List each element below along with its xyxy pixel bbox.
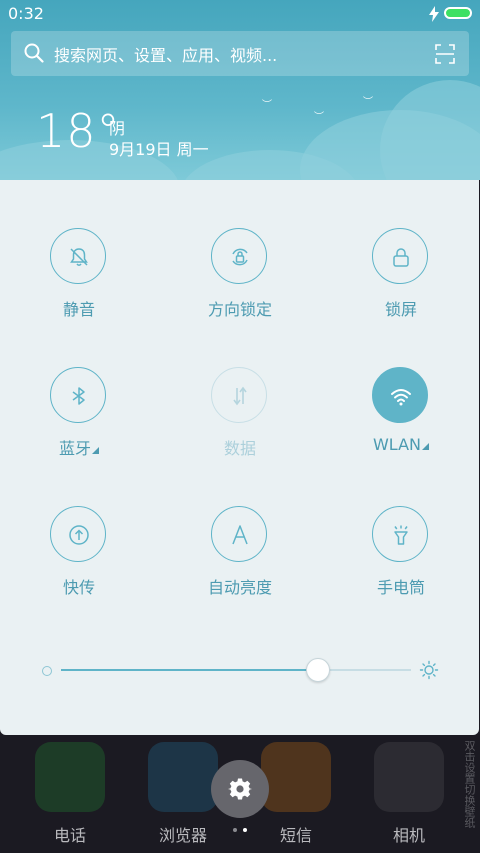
page-indicator-dot: [233, 828, 237, 832]
wallpaper-hint: 双击设置切换壁纸: [463, 740, 476, 828]
tile-auto-brightness-label: 自动亮度: [207, 578, 272, 597]
tile-rotation-lock[interactable]: 方向锁定: [180, 180, 300, 319]
brightness-slider[interactable]: [61, 658, 411, 682]
tile-mute[interactable]: 静音: [19, 180, 139, 319]
auto-brightness-icon: [211, 506, 267, 562]
tile-bluetooth[interactable]: 蓝牙: [19, 319, 139, 458]
tile-bluetooth-label: 蓝牙: [19, 435, 139, 459]
search-icon: [24, 43, 44, 63]
gear-icon: [228, 778, 252, 800]
tile-quick-transfer-label: 快传: [62, 578, 95, 597]
settings-button[interactable]: [211, 760, 269, 818]
bell-off-icon: [50, 228, 106, 284]
camera-icon: [374, 742, 444, 812]
bluetooth-icon: [50, 367, 106, 423]
tile-quick-transfer[interactable]: 快传: [19, 458, 139, 597]
dock-app-label: 相机: [392, 826, 425, 845]
brightness-high-icon: [419, 660, 439, 680]
tile-lock-screen-label: 锁屏: [384, 300, 417, 319]
battery-icon: [444, 7, 472, 19]
tile-wlan-label: WLAN: [341, 435, 461, 454]
scan-icon[interactable]: [435, 44, 455, 64]
wifi-icon: [372, 367, 428, 423]
tile-wlan[interactable]: WLAN: [341, 319, 461, 454]
rotation-lock-icon: [211, 228, 267, 284]
mobile-data-icon: [211, 367, 267, 423]
lock-icon: [372, 228, 428, 284]
brightness-low-icon: [42, 666, 52, 676]
temperature: 18°: [36, 104, 121, 158]
search-placeholder: 搜索网页、设置、应用、视频...: [54, 46, 278, 65]
weather-header: ︶ ︶ ︶ 0:32 搜索网页、设置、应用、视频... 18° 阴 9月19日 …: [0, 0, 480, 180]
tile-flashlight-label: 手电筒: [376, 578, 425, 597]
browser-icon: [148, 742, 218, 812]
tile-mute-label: 静音: [62, 300, 95, 319]
search-bar[interactable]: 搜索网页、设置、应用、视频...: [11, 31, 469, 76]
messages-icon: [261, 742, 331, 812]
more-options-icon: [92, 447, 99, 454]
tile-flashlight[interactable]: 手电筒: [341, 458, 461, 597]
page-indicator-dot-active: [243, 828, 247, 832]
tile-mobile-data-label: 数据: [223, 439, 256, 458]
tile-auto-brightness[interactable]: 自动亮度: [180, 458, 300, 597]
dock-app-label: 电话: [53, 826, 86, 845]
status-bar: 0:32: [0, 0, 480, 28]
quick-settings-panel: 静音 方向锁定 锁屏 蓝牙 数据 WLAN 快传 自动亮度 手电筒: [0, 180, 479, 735]
brightness-slider-fill: [61, 669, 317, 671]
dock-app-label: 浏览器: [158, 826, 207, 845]
dock-app-label: 短信: [279, 826, 312, 845]
tile-rotation-lock-label: 方向锁定: [207, 300, 272, 319]
tile-lock-screen[interactable]: 锁屏: [341, 180, 461, 319]
brightness-slider-thumb[interactable]: [305, 658, 330, 682]
more-options-icon: [422, 443, 429, 450]
charging-icon: [429, 6, 439, 22]
flashlight-icon: [372, 506, 428, 562]
weather-date: 9月19日 周一: [109, 140, 209, 159]
quick-transfer-icon: [50, 506, 106, 562]
phone-icon: [35, 742, 105, 812]
tile-mobile-data[interactable]: 数据: [180, 319, 300, 458]
status-time: 0:32: [8, 4, 44, 23]
